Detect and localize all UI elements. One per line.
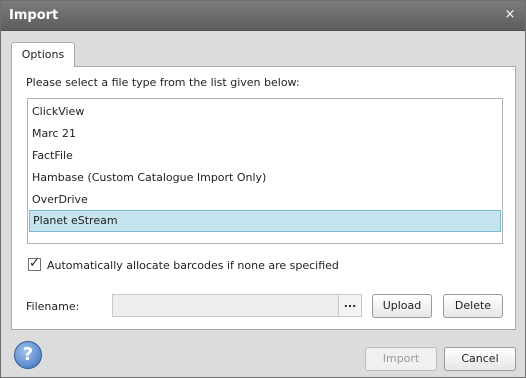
instruction-text: Please select a file type from the list … [26, 76, 300, 89]
file-type-list[interactable]: ClickView Marc 21 FactFile Hambase (Cust… [27, 98, 503, 244]
delete-button[interactable]: Delete [443, 294, 503, 318]
list-item[interactable]: Hambase (Custom Catalogue Import Only) [29, 167, 501, 189]
import-dialog: Import × Options Please select a file ty… [0, 0, 526, 378]
tab-options[interactable]: Options [11, 42, 75, 67]
help-icon[interactable]: ? [14, 341, 42, 369]
list-item-selected[interactable]: Planet eStream [29, 210, 501, 232]
browse-button[interactable]: ... [338, 295, 361, 316]
list-item[interactable]: FactFile [29, 145, 501, 167]
titlebar[interactable]: Import × [1, 1, 525, 31]
close-icon[interactable]: × [503, 8, 517, 22]
list-item[interactable]: OverDrive [29, 189, 501, 211]
list-item[interactable]: Marc 21 [29, 123, 501, 145]
import-button[interactable]: Import [365, 347, 437, 371]
auto-barcode-checkbox[interactable] [28, 256, 41, 271]
list-item[interactable]: ClickView [29, 101, 501, 123]
cancel-button[interactable]: Cancel [444, 347, 516, 371]
filename-field[interactable] [112, 294, 362, 317]
filename-label: Filename: [26, 300, 80, 313]
upload-button[interactable]: Upload [372, 294, 432, 318]
options-panel: Please select a file type from the list … [11, 66, 516, 330]
auto-barcode-label[interactable]: Automatically allocate barcodes if none … [47, 259, 339, 272]
dialog-title: Import [9, 8, 59, 23]
